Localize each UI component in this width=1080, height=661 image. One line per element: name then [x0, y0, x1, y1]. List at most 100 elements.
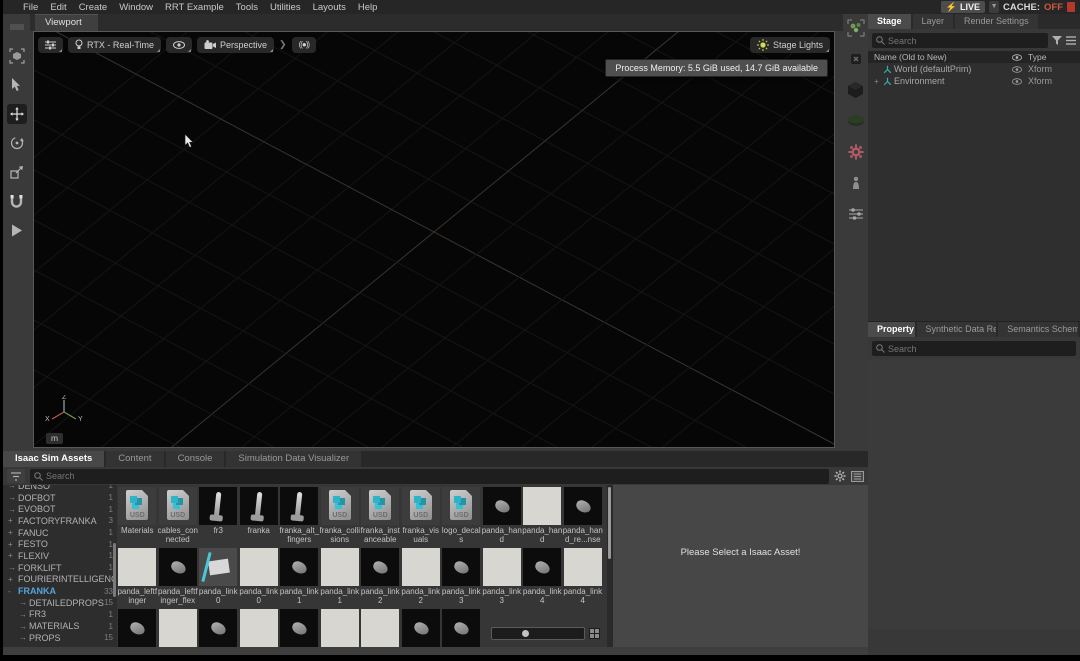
asset-item[interactable]	[158, 607, 199, 647]
stage-row-world-defaultprim[interactable]: World (defaultPrim)Xform	[868, 63, 1080, 75]
stage-row-environment[interactable]: +EnvironmentXform	[868, 75, 1080, 87]
tree-item-props[interactable]: →PROPS15	[3, 632, 117, 644]
select-tool[interactable]	[7, 75, 27, 95]
asset-item-panda-hand[interactable]: panda_hand	[482, 485, 523, 546]
tree-item-franka[interactable]: -FRANKA33	[3, 585, 117, 597]
asset-item[interactable]	[401, 607, 442, 647]
tab-console[interactable]: Console	[166, 451, 225, 467]
asset-item[interactable]	[239, 607, 280, 647]
stage-column-header[interactable]: Name (Old to New) Type	[868, 51, 1080, 63]
tree-expander[interactable]: →	[19, 598, 29, 607]
tree-expander[interactable]: +	[8, 516, 18, 525]
visibility-eye-icon[interactable]	[1006, 66, 1028, 73]
tree-expander[interactable]: →	[19, 633, 29, 642]
row-expander[interactable]: +	[872, 77, 881, 86]
tab-property[interactable]: Property	[868, 322, 915, 337]
stage-search-input[interactable]	[872, 33, 1048, 48]
tab-content[interactable]: Content	[106, 451, 163, 467]
tree-item-fr3[interactable]: →FR31	[3, 609, 117, 621]
tree-expander[interactable]: →	[8, 563, 18, 572]
viewport-canvas[interactable]: RTX - Real-Time Perspective ❯ ((●))	[33, 31, 835, 448]
prim-name[interactable]: Environment	[894, 76, 1006, 86]
grid-view-icon[interactable]	[589, 628, 600, 639]
physics-gear-icon[interactable]	[847, 143, 865, 161]
rotate-tool[interactable]	[7, 133, 27, 153]
tree-expander[interactable]: →	[19, 610, 29, 619]
tree-item-materials[interactable]: →MATERIALS1	[3, 620, 117, 632]
tree-item-forklift[interactable]: →FORKLIFT1	[3, 562, 117, 574]
tab-viewport[interactable]: Viewport	[35, 14, 98, 31]
asset-item-franka-visuals[interactable]: USDfranka_visuals	[401, 485, 442, 546]
assets-filter-button[interactable]	[7, 469, 25, 483]
tree-expander[interactable]: →	[19, 622, 29, 631]
asset-item-panda-link0[interactable]: panda_link0	[198, 546, 239, 607]
asset-item-materials[interactable]: USDMaterials	[117, 485, 158, 546]
asset-item-franka-instanceable[interactable]: USDfranka_instanceable	[360, 485, 401, 546]
tree-expander[interactable]: -	[8, 587, 18, 596]
asset-item-panda-link3[interactable]: panda_link3	[482, 546, 523, 607]
cylinder-icon[interactable]	[847, 112, 865, 130]
tab-semantics-schem[interactable]: Semantics Schem...	[998, 322, 1078, 337]
viewport-lights-button[interactable]: ((●))	[292, 37, 317, 53]
asset-item-panda-hand[interactable]: panda_hand	[522, 485, 563, 546]
asset-item-panda-link3[interactable]: panda_link3	[441, 546, 482, 607]
asset-item[interactable]	[320, 607, 361, 647]
tree-item-denso[interactable]: →DENSO1	[3, 485, 117, 492]
column-name[interactable]: Name (Old to New)	[874, 52, 1006, 62]
visibility-button[interactable]	[166, 37, 192, 53]
asset-item-fr3[interactable]: fr3	[198, 485, 239, 546]
asset-item[interactable]	[279, 607, 320, 647]
tree-expander[interactable]: +	[8, 551, 18, 560]
menu-file[interactable]: File	[17, 2, 44, 13]
visibility-eye-icon[interactable]	[1006, 78, 1028, 85]
tab-synthetic-data-re[interactable]: Synthetic Data Re...	[917, 322, 997, 337]
tree-item-fanuc[interactable]: +FANUC1	[3, 527, 117, 539]
asset-item-panda-link1[interactable]: panda_link1	[320, 546, 361, 607]
asset-item-franka-collisions[interactable]: USDfranka_collisions	[320, 485, 361, 546]
menu-window[interactable]: Window	[113, 2, 159, 13]
asset-item[interactable]	[198, 607, 239, 647]
gear-icon[interactable]	[834, 470, 846, 482]
tree-scrollbar[interactable]	[113, 543, 116, 597]
asset-item-franka[interactable]: franka	[239, 485, 280, 546]
close-box-icon[interactable]	[847, 50, 865, 68]
grip-handle[interactable]	[7, 17, 27, 37]
snap-tool[interactable]	[7, 191, 27, 211]
menu-tools[interactable]: Tools	[230, 2, 264, 13]
stage-lights-button[interactable]: Stage Lights	[750, 37, 830, 53]
tab-render-settings[interactable]: Render Settings	[955, 14, 1038, 29]
tree-item-flexiv[interactable]: +FLEXIV1	[3, 550, 117, 562]
tree-expander[interactable]: +	[8, 540, 18, 549]
cache-icon[interactable]	[1067, 2, 1075, 12]
asset-item-panda-link4[interactable]: panda_link4	[522, 546, 563, 607]
live-button[interactable]: ⚡ LIVE	[941, 1, 985, 13]
tree-expander[interactable]: →	[8, 493, 18, 502]
asset-grid-scrollbar[interactable]	[607, 485, 612, 647]
tree-expander[interactable]: +	[8, 575, 18, 584]
menu-rrt-example[interactable]: RRT Example	[159, 2, 230, 13]
assets-search-input[interactable]	[30, 469, 829, 484]
asset-item-panda-link1[interactable]: panda_link1	[279, 546, 320, 607]
tree-expander[interactable]: +	[8, 528, 18, 537]
asset-item[interactable]	[441, 607, 482, 647]
tree-expander[interactable]: →	[8, 485, 18, 490]
tree-item-festo[interactable]: +FESTO1	[3, 538, 117, 550]
asset-item-cables-connected[interactable]: USDcables_connected	[158, 485, 199, 546]
scale-tool[interactable]	[7, 162, 27, 182]
menu-create[interactable]: Create	[73, 2, 114, 13]
property-search-input[interactable]	[872, 341, 1076, 356]
tree-item-evobot[interactable]: →EVOBOT1	[3, 503, 117, 515]
isaac-assets-icon[interactable]	[847, 19, 865, 37]
tree-item-factoryfranka[interactable]: +FACTORYFRANKA3	[3, 515, 117, 527]
asset-item-franka-alt-fingers[interactable]: franka_alt_fingers	[279, 485, 320, 546]
figure-icon[interactable]	[847, 174, 865, 192]
menu-help[interactable]: Help	[352, 2, 384, 13]
tree-item-fourierintelligenc[interactable]: +FOURIERINTELLIGENC	[3, 574, 117, 586]
cube-icon[interactable]	[847, 81, 865, 99]
tab-stage[interactable]: Stage	[868, 14, 911, 29]
axis-gizmo[interactable]: Z X Y	[42, 395, 86, 429]
adjust-sliders-icon[interactable]	[847, 205, 865, 223]
viewport-settings-button[interactable]	[38, 37, 63, 53]
tab-layer[interactable]: Layer	[913, 14, 954, 29]
menu-layouts[interactable]: Layouts	[307, 2, 352, 13]
